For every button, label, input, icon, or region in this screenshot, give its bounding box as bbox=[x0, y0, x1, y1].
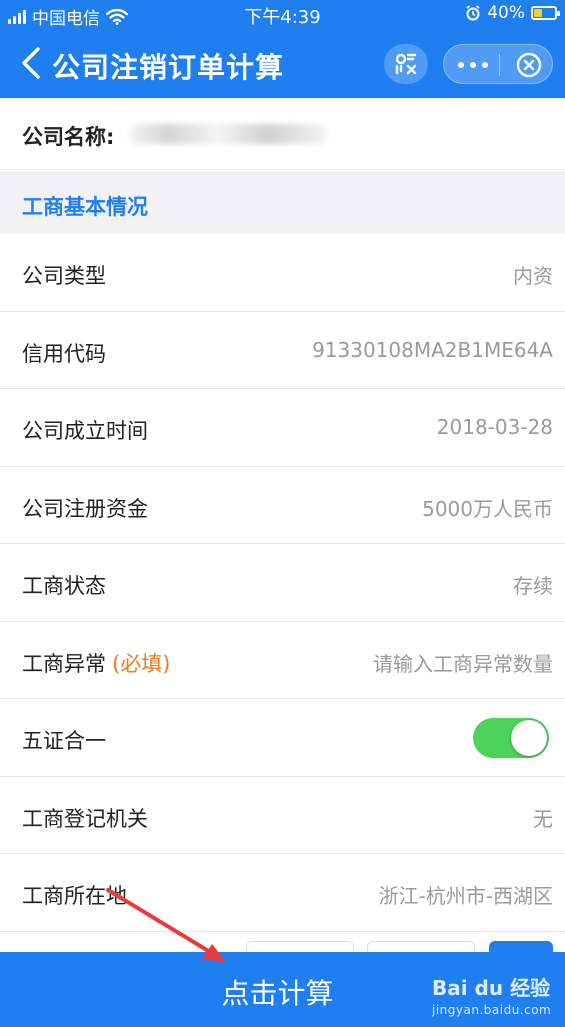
row-credit-code: 信用代码 91330108MA2B1ME64A bbox=[0, 311, 565, 389]
row-label: 工商状态 bbox=[22, 574, 106, 598]
row-value: 无 bbox=[533, 806, 553, 831]
section-header: 工商基本情况 bbox=[0, 171, 565, 234]
five-in-one-toggle[interactable] bbox=[473, 718, 549, 758]
more-icon[interactable] bbox=[458, 53, 488, 77]
scan-button[interactable] bbox=[384, 44, 428, 84]
row-value: 存续 bbox=[513, 574, 553, 598]
nav-row: 公司注销订单计算 bbox=[0, 30, 565, 98]
row-five-in-one: 五证合一 bbox=[0, 699, 565, 777]
row-label: 工商异常 (必填) bbox=[22, 648, 170, 678]
menu-capsule bbox=[443, 44, 553, 84]
status-bar: 中国电信 下午4:39 40% bbox=[0, 0, 565, 30]
row-registered-capital: 公司注册资金 5000万人民币 bbox=[0, 466, 565, 544]
company-name-row: 公司名称: bbox=[0, 98, 565, 170]
section-title: 工商基本情况 bbox=[22, 195, 148, 219]
status-right: 40% bbox=[465, 3, 560, 23]
company-name-value-blurred bbox=[128, 124, 328, 144]
row-label: 公司成立时间 bbox=[22, 419, 148, 443]
row-established-date: 公司成立时间 2018-03-28 bbox=[0, 389, 565, 467]
info-list: 公司类型 内资 信用代码 91330108MA2B1ME64A 公司成立时间 2… bbox=[0, 234, 565, 932]
row-registration-authority: 工商登记机关 无 bbox=[0, 776, 565, 854]
row-value: 91330108MA2B1ME64A bbox=[312, 337, 553, 362]
row-label: 公司注册资金 bbox=[22, 496, 148, 521]
required-badge: (必填) bbox=[112, 651, 171, 676]
row-label: 五证合一 bbox=[22, 729, 106, 753]
baidu-jingyan-watermark: Bai du 经验 jingyan.baidu.com bbox=[432, 972, 551, 1017]
chevron-left-icon[interactable] bbox=[18, 46, 48, 80]
battery-percent: 40% bbox=[487, 3, 525, 23]
row-label: 公司类型 bbox=[22, 264, 106, 288]
watermark-url: jingyan.baidu.com bbox=[432, 1003, 552, 1017]
anomaly-count-input[interactable]: 请输入工商异常数量 bbox=[373, 648, 553, 677]
watermark-logo: Bai du 经验 bbox=[432, 976, 551, 1000]
toggle-knob bbox=[511, 720, 547, 756]
row-value: 内资 bbox=[513, 264, 553, 288]
row-value: 5000万人民币 bbox=[422, 496, 553, 521]
scan-icon bbox=[395, 53, 417, 75]
calculate-button[interactable]: 点击计算 Bai du 经验 jingyan.baidu.com bbox=[0, 952, 565, 1027]
battery-icon bbox=[531, 6, 560, 20]
row-value: 2018-03-28 bbox=[436, 415, 553, 439]
row-location[interactable]: 工商所在地 浙江-杭州市-西湖区 bbox=[0, 854, 565, 932]
row-label: 信用代码 bbox=[22, 341, 106, 366]
capsule-divider bbox=[499, 54, 500, 76]
app-header: 中国电信 下午4:39 40% 公司注销订单计算 bbox=[0, 0, 565, 98]
page-title: 公司注销订单计算 bbox=[52, 51, 285, 84]
row-value: 浙江-杭州市-西湖区 bbox=[378, 884, 553, 908]
row-label-text: 工商异常 bbox=[22, 651, 106, 676]
company-name-label: 公司名称: bbox=[22, 125, 115, 149]
row-business-anomaly: 工商异常 (必填) 请输入工商异常数量 bbox=[0, 621, 565, 699]
row-label: 工商所在地 bbox=[22, 884, 127, 908]
row-company-type[interactable]: 公司类型 内资 bbox=[0, 234, 565, 312]
row-label: 工商登记机关 bbox=[22, 806, 148, 831]
close-icon[interactable] bbox=[515, 51, 543, 79]
alarm-icon bbox=[466, 5, 480, 21]
row-business-status: 工商状态 存续 bbox=[0, 544, 565, 622]
